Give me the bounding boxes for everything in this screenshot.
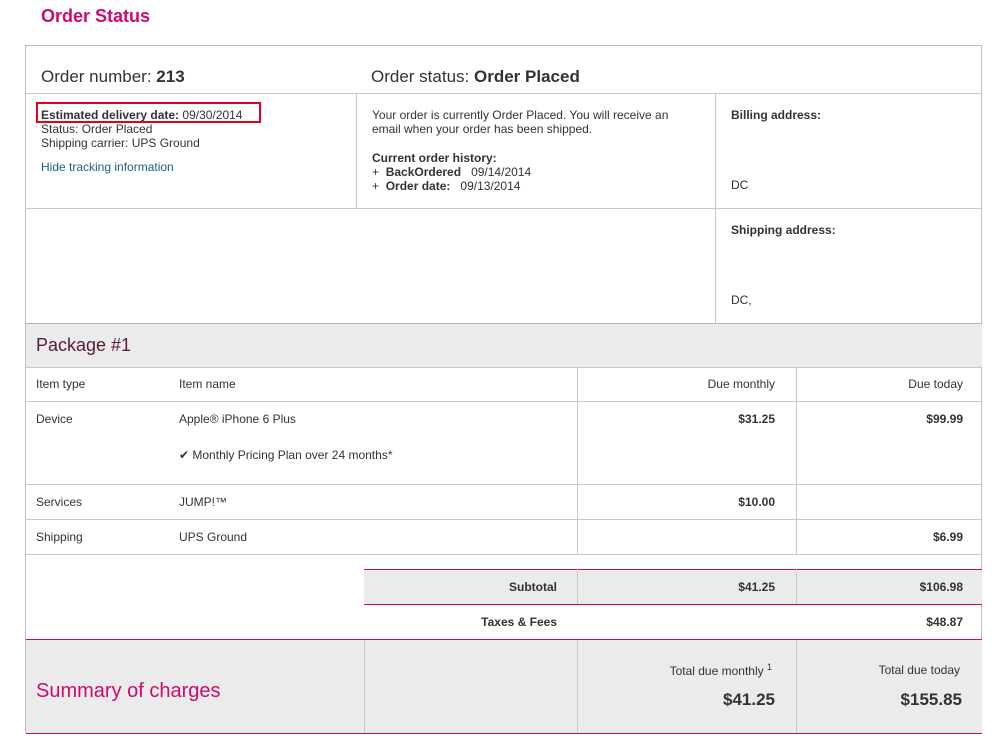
history-label: Order date: [385, 179, 451, 193]
divider [26, 554, 982, 555]
package-title: Package #1 [36, 335, 132, 355]
status-message-line1: Your order is currently Order Placed. Yo… [372, 108, 669, 122]
subtotal-monthly: $41.25 [738, 580, 775, 594]
order-history-label: Current order history: [372, 151, 497, 165]
highlight-box [36, 102, 261, 123]
billing-address-label: Billing address: [731, 108, 822, 122]
subtotal-label: Subtotal [509, 580, 557, 594]
taxes-label: Taxes & Fees [481, 615, 557, 629]
divider [577, 640, 578, 733]
row-due-today: $6.99 [932, 530, 963, 544]
total-monthly-value: $41.25 [723, 690, 775, 709]
order-number-label: Order number: [41, 67, 152, 86]
page-title: Order Status [41, 6, 151, 26]
divider [796, 367, 797, 555]
divider [796, 640, 797, 733]
divider [26, 639, 982, 640]
shipping-address-label: Shipping address: [731, 223, 836, 237]
row-item-name: JUMP!™ [179, 495, 227, 509]
summary-title: Summary of charges [36, 680, 221, 702]
history-date: 09/13/2014 [460, 179, 521, 193]
row-item-plan: ✔ Monthly Pricing Plan over 24 months* [179, 448, 393, 462]
history-bullet: + [372, 165, 380, 179]
hide-tracking-link[interactable]: Hide tracking information [41, 160, 174, 174]
divider [26, 401, 982, 402]
order-status-value: Order Placed [474, 67, 580, 86]
row-item-name: Apple® iPhone 6 Plus [179, 412, 296, 426]
order-number: Order number: 213 [41, 67, 185, 87]
col-due-monthly: Due monthly [707, 377, 775, 391]
divider [577, 367, 578, 555]
row-item-type: Device [36, 412, 73, 426]
footnote-marker: 1 [766, 662, 772, 672]
total-today-value: $155.85 [900, 690, 962, 709]
col-item-type: Item type [36, 377, 86, 391]
col-item-name: Item name [179, 377, 236, 391]
taxes-today: $48.87 [926, 615, 963, 629]
package-header [26, 323, 982, 367]
history-bullet: + [372, 179, 380, 193]
divider [26, 208, 982, 209]
row-item-name: UPS Ground [179, 530, 248, 544]
history-item: + BackOrdered 09/14/2014 [372, 165, 531, 179]
tracking-status: Status: Order Placed [41, 122, 153, 136]
subtotal-today: $106.98 [919, 580, 963, 594]
order-status: Order status: Order Placed [371, 67, 580, 87]
divider [26, 519, 982, 520]
row-item-type: Shipping [36, 530, 83, 544]
history-label: BackOrdered [385, 165, 462, 179]
col-due-today: Due today [908, 377, 963, 391]
divider [364, 604, 982, 605]
row-due-today: $99.99 [926, 412, 963, 426]
total-today-label: Total due today [878, 663, 960, 677]
row-due-monthly: $31.25 [738, 412, 775, 426]
billing-address-value: DC [731, 178, 749, 192]
divider [26, 323, 982, 324]
order-status-label: Order status: [371, 67, 470, 86]
row-due-monthly: $10.00 [738, 495, 775, 509]
divider [26, 93, 982, 94]
row-item-type: Services [36, 495, 83, 509]
shipping-carrier: Shipping carrier: UPS Ground [41, 136, 200, 150]
order-number-value: 213 [156, 67, 185, 86]
divider [26, 484, 982, 485]
divider [364, 569, 982, 570]
divider [356, 93, 357, 208]
history-date: 09/14/2014 [471, 165, 532, 179]
divider [26, 733, 982, 734]
history-item: + Order date: 09/13/2014 [372, 179, 520, 193]
total-monthly-label: Total due monthly 1 [669, 662, 772, 678]
divider [26, 367, 982, 368]
status-message-line2: email when your order has been shipped. [372, 122, 593, 136]
divider [364, 640, 365, 733]
shipping-address-value: DC, [731, 293, 752, 307]
